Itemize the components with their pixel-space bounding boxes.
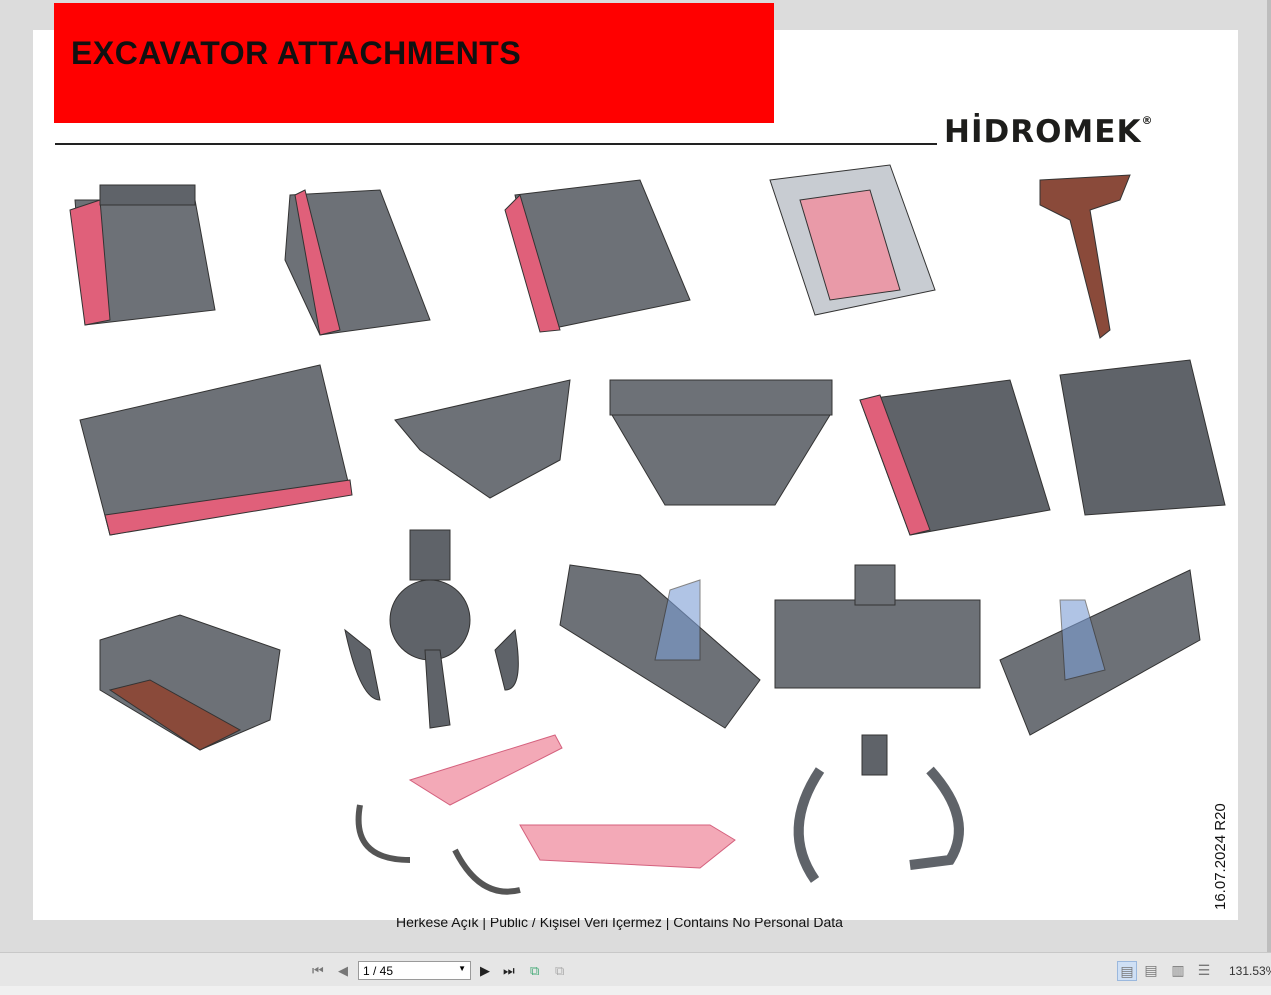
- skeleton-bucket-1: [859, 379, 1051, 536]
- tilt-bucket-2: [774, 564, 981, 689]
- previous-view-icon[interactable]: ⧉: [530, 963, 539, 979]
- continuous-view-icon[interactable]: ▤: [1142, 961, 1160, 979]
- attachments-illustration: [69, 164, 1226, 895]
- first-page-icon[interactable]: ⏮: [312, 963, 324, 979]
- facing-view-icon[interactable]: ▥: [1169, 961, 1187, 979]
- demolition-arm-pink: [408, 734, 736, 869]
- skeleton-bucket-2: [1059, 359, 1226, 516]
- page-number-input[interactable]: 1 / 45 ▼: [358, 961, 471, 980]
- page-footer: Herkese Açık | Public / Kişisel Veri İçe…: [396, 918, 843, 930]
- pdf-toolbar: ⏮ ◀ 1 / 45▼ ▶ ⏭ ⧉ ⧉ ▤ ▤ ▥ ☰ 131.53%: [0, 952, 1271, 987]
- ripper: [1039, 174, 1131, 339]
- continuous-facing-view-icon[interactable]: ☰: [1195, 961, 1213, 979]
- zoom-level[interactable]: 131.53%: [1229, 964, 1271, 978]
- bucket-3: [504, 179, 691, 333]
- chevron-down-icon[interactable]: ▼: [458, 964, 466, 973]
- sorting-grab-gray: [355, 804, 521, 895]
- trapezoid-bucket-1: [394, 379, 571, 499]
- document-viewport[interactable]: EXCAVATOR ATTACHMENTS HİDROMEK® 16.07.20…: [0, 0, 1271, 952]
- single-page-view-icon[interactable]: ▤: [1117, 961, 1137, 981]
- next-view-icon[interactable]: ⧉: [555, 963, 564, 979]
- trapezoid-bucket-2: [609, 379, 833, 506]
- bucket-1: [69, 184, 216, 326]
- quick-coupler: [99, 614, 281, 751]
- log-grab: [793, 734, 964, 883]
- next-page-icon[interactable]: ▶: [480, 963, 490, 979]
- ditch-bucket: [79, 364, 353, 536]
- tilt-bucket-1: [559, 564, 761, 729]
- last-page-icon[interactable]: ⏭: [503, 963, 515, 979]
- tilt-bucket-3: [999, 569, 1201, 736]
- previous-page-icon[interactable]: ◀: [338, 963, 348, 979]
- bucket-4: [769, 164, 936, 316]
- orange-peel-grab: [344, 529, 519, 729]
- taskbar-strip: [0, 986, 1271, 995]
- bucket-2: [284, 189, 431, 336]
